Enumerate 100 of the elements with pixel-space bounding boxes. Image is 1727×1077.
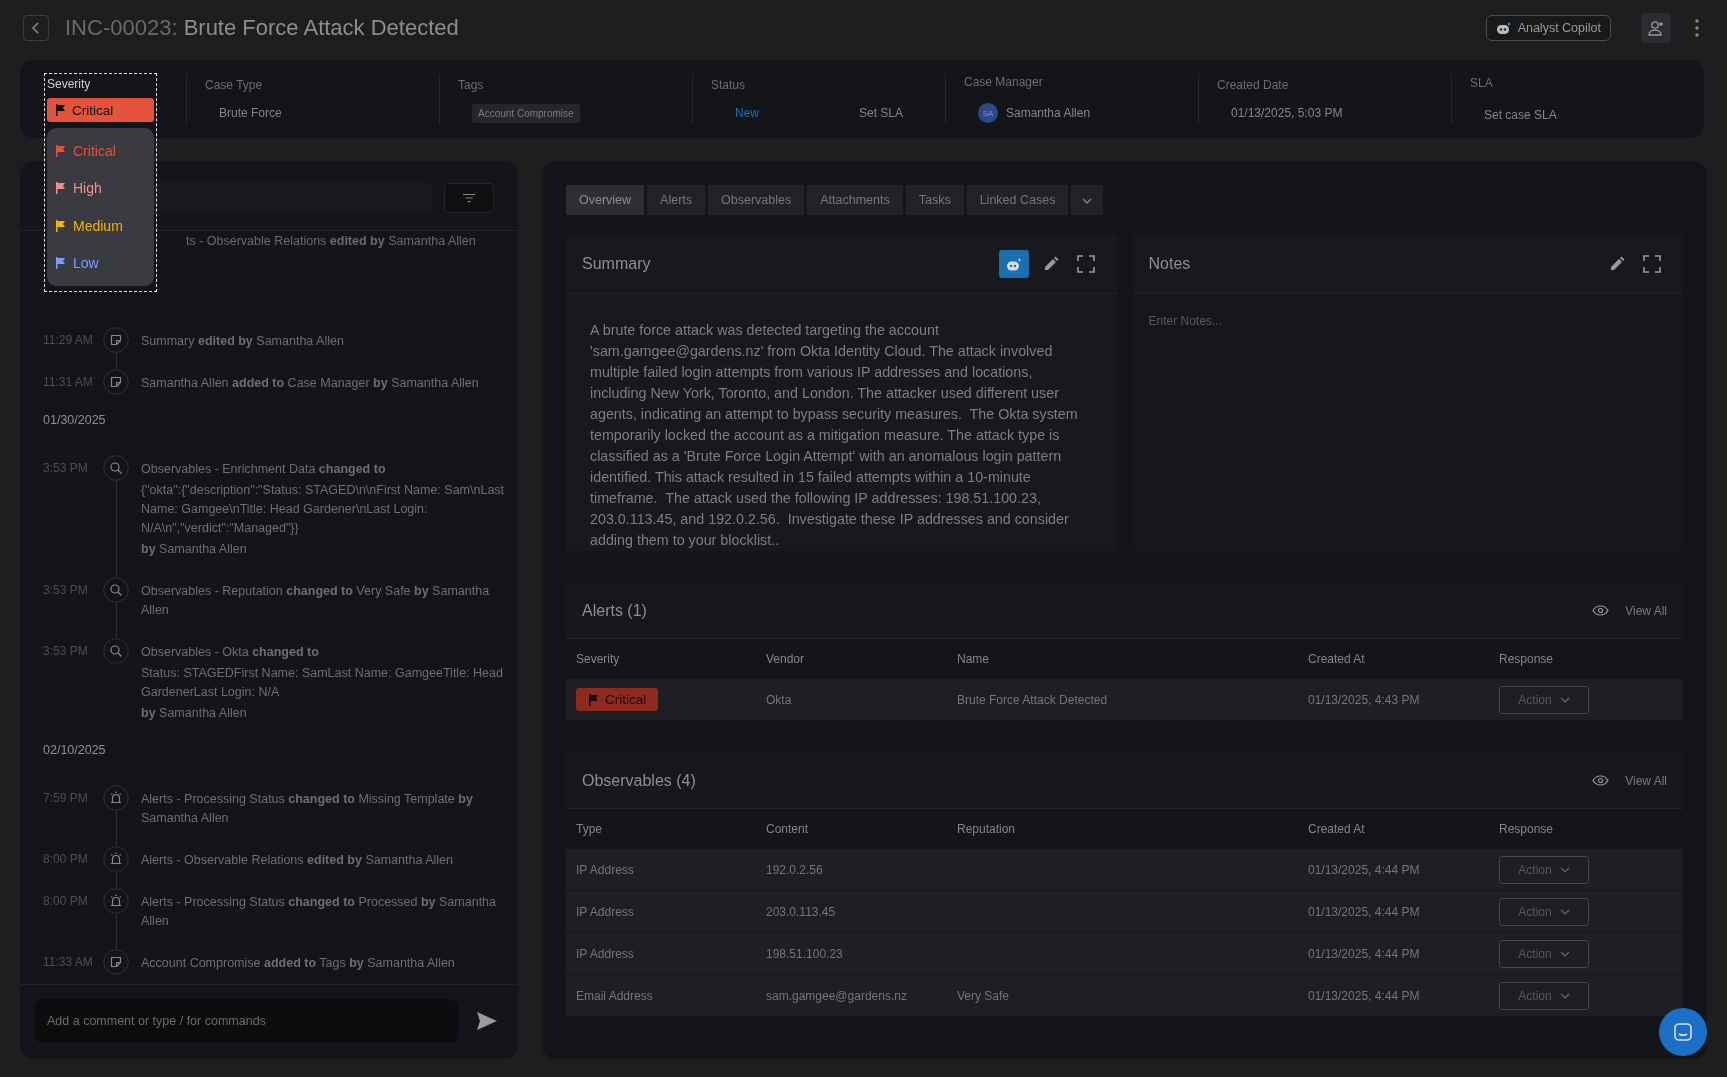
more-icon[interactable] xyxy=(1695,18,1699,37)
activity-text: Alerts - Observable Relations edited by Samantha Allen xyxy=(141,852,454,869)
avatar: SA xyxy=(978,103,998,123)
copilot-button[interactable] xyxy=(998,250,1029,278)
robot-icon xyxy=(1005,257,1022,271)
activity-text: Observables - Okta changed to xyxy=(141,644,320,661)
add-user-icon[interactable] xyxy=(1641,12,1671,43)
activity-text: Samantha Allen added to Case Manager by Samantha Allen xyxy=(141,375,480,392)
chevron-down-icon xyxy=(1082,198,1093,204)
table-cell-text: 01/13/2025, 4:44 PM xyxy=(1308,862,1421,877)
chevron-down-icon xyxy=(1559,908,1570,915)
column-header: Type xyxy=(576,822,603,836)
event-time: 8:00 PM xyxy=(43,893,89,908)
severity-select[interactable]: Critical xyxy=(47,98,154,122)
event-time: 3:53 PM xyxy=(43,460,89,475)
action-dropdown[interactable]: Action xyxy=(1499,897,1589,926)
table-cell-text: IP Address xyxy=(576,904,635,919)
action-dropdown[interactable]: Action xyxy=(1499,685,1589,714)
table-row[interactable]: IP Address 192.0.2.56 01/13/2025, 4:44 PM Action xyxy=(566,849,1683,891)
column-header: Severity xyxy=(576,652,621,666)
table-cell-text: 01/13/2025, 4:44 PM xyxy=(1308,946,1421,961)
back-button[interactable] xyxy=(23,14,49,41)
table-cell-text: 01/13/2025, 4:43 PM xyxy=(1308,692,1421,707)
tab[interactable]: Alerts xyxy=(647,185,706,215)
column-header: Content xyxy=(766,822,810,836)
event-time: 11:31 AM xyxy=(43,374,94,389)
view-all-link[interactable]: View All xyxy=(1625,773,1667,788)
event-time: 7:59 PM xyxy=(43,790,89,805)
alarm-icon xyxy=(103,846,129,872)
activity-text: ts - Observable Relations edited by Samantha Allen xyxy=(185,233,477,249)
case-manager-name: Samantha Allen xyxy=(1006,106,1091,120)
table-row[interactable]: Email Address sam.gamgee@gardens.nz Very Safe 01/13/2025, 4:44 PM Action xyxy=(566,975,1683,1017)
severity-option[interactable]: Low xyxy=(47,255,154,272)
table-cell-text: sam.gamgee@gardens.nz xyxy=(766,988,908,1003)
chevron-down-icon xyxy=(1559,866,1570,873)
severity-option[interactable]: Critical xyxy=(47,142,154,159)
event-time: 3:53 PM xyxy=(43,643,89,658)
date-heading: 01/30/2025 xyxy=(43,412,107,429)
event-time: 8:00 PM xyxy=(43,851,89,866)
tab[interactable]: Linked Cases xyxy=(966,185,1069,215)
activity-text: by Samantha Allen xyxy=(141,541,248,558)
expand-icon[interactable] xyxy=(1643,255,1661,273)
tab[interactable]: Attachments xyxy=(807,185,903,215)
action-dropdown[interactable]: Action xyxy=(1499,981,1589,1010)
field-label: Tags xyxy=(458,78,485,92)
activity-text: Alerts - Processing Status changed to Processed by Samantha Allen xyxy=(141,894,498,930)
event-time: 3:53 PM xyxy=(43,582,89,597)
table-cell-text: IP Address xyxy=(576,946,635,961)
table-cell-text: 192.0.2.56 xyxy=(766,862,824,877)
severity-option[interactable]: Medium xyxy=(47,217,154,234)
send-icon[interactable] xyxy=(476,1011,498,1031)
edit-icon[interactable] xyxy=(1609,256,1625,272)
set-sla-link[interactable]: Set SLA xyxy=(859,106,904,120)
alarm-icon xyxy=(103,888,129,914)
edit-icon[interactable] xyxy=(1042,256,1059,272)
severity-badge: Critical xyxy=(576,688,659,711)
column-header: Response xyxy=(1499,822,1555,836)
activity-text: Account Compromise added to Tags by Samantha Allen xyxy=(141,955,456,972)
filter-icon xyxy=(463,194,475,202)
column-header: Response xyxy=(1499,652,1555,666)
note-icon xyxy=(103,949,129,975)
table-cell-text: IP Address xyxy=(576,862,635,877)
set-case-sla-link[interactable]: Set case SLA xyxy=(1470,104,1686,122)
event-time: 11:33 AM xyxy=(43,954,94,969)
tag-chip[interactable]: Account Compromise xyxy=(472,104,580,123)
expand-icon[interactable] xyxy=(1076,255,1095,273)
activity-text: Alerts - Processing Status changed to Missing Template by Samantha Allen xyxy=(141,791,474,827)
chat-icon xyxy=(1673,1022,1693,1042)
event-time: 11:29 AM xyxy=(43,332,94,347)
search-icon xyxy=(103,455,129,481)
table-cell-text: 198.51.100.23 xyxy=(766,946,844,961)
field-label: Case Manager xyxy=(964,75,1044,89)
field-label: Case Type xyxy=(205,78,264,92)
chevron-down-icon xyxy=(1559,950,1570,957)
comment-field[interactable]: Add a comment or type / for commands xyxy=(35,999,458,1043)
status-value[interactable]: New xyxy=(735,106,759,120)
section-title: Alerts (1) xyxy=(582,601,648,620)
table-row[interactable]: IP Address 203.0.113.45 01/13/2025, 4:44 PM Action xyxy=(566,891,1683,933)
robot-icon xyxy=(1495,20,1512,35)
chevron-down-icon xyxy=(1559,992,1570,999)
action-dropdown[interactable]: Action xyxy=(1499,939,1589,968)
tab[interactable]: Tasks xyxy=(905,185,964,215)
tab[interactable]: Overview xyxy=(566,185,645,215)
tab[interactable]: Observables xyxy=(708,185,805,215)
table-row[interactable]: Critical Okta Brute Force Attack Detected 01/13/2025, 4:43 PM Action xyxy=(566,679,1683,721)
card-title: Summary xyxy=(582,255,652,273)
view-all-link[interactable]: View All xyxy=(1625,603,1667,618)
table-cell: Very Safe xyxy=(957,988,1010,1003)
card-title: Notes xyxy=(1148,255,1192,273)
eye-icon xyxy=(1592,605,1610,616)
table-cell-text: Email Address xyxy=(576,988,654,1003)
analyst-copilot-button[interactable]: Analyst Copilot xyxy=(1485,14,1611,41)
table-row[interactable]: IP Address 198.51.100.23 01/13/2025, 4:44 PM Action xyxy=(566,933,1683,975)
column-header: Vendor xyxy=(766,652,806,666)
action-dropdown[interactable]: Action xyxy=(1499,855,1589,884)
severity-option[interactable]: High xyxy=(47,180,154,197)
field-label: Created Date xyxy=(1217,78,1290,92)
field-label: Status xyxy=(711,78,747,92)
activity-text: Observables - Enrichment Data changed to xyxy=(141,461,387,478)
activity-text: Observables - Reputation changed to Very Safe by Samantha Allen xyxy=(141,583,491,619)
